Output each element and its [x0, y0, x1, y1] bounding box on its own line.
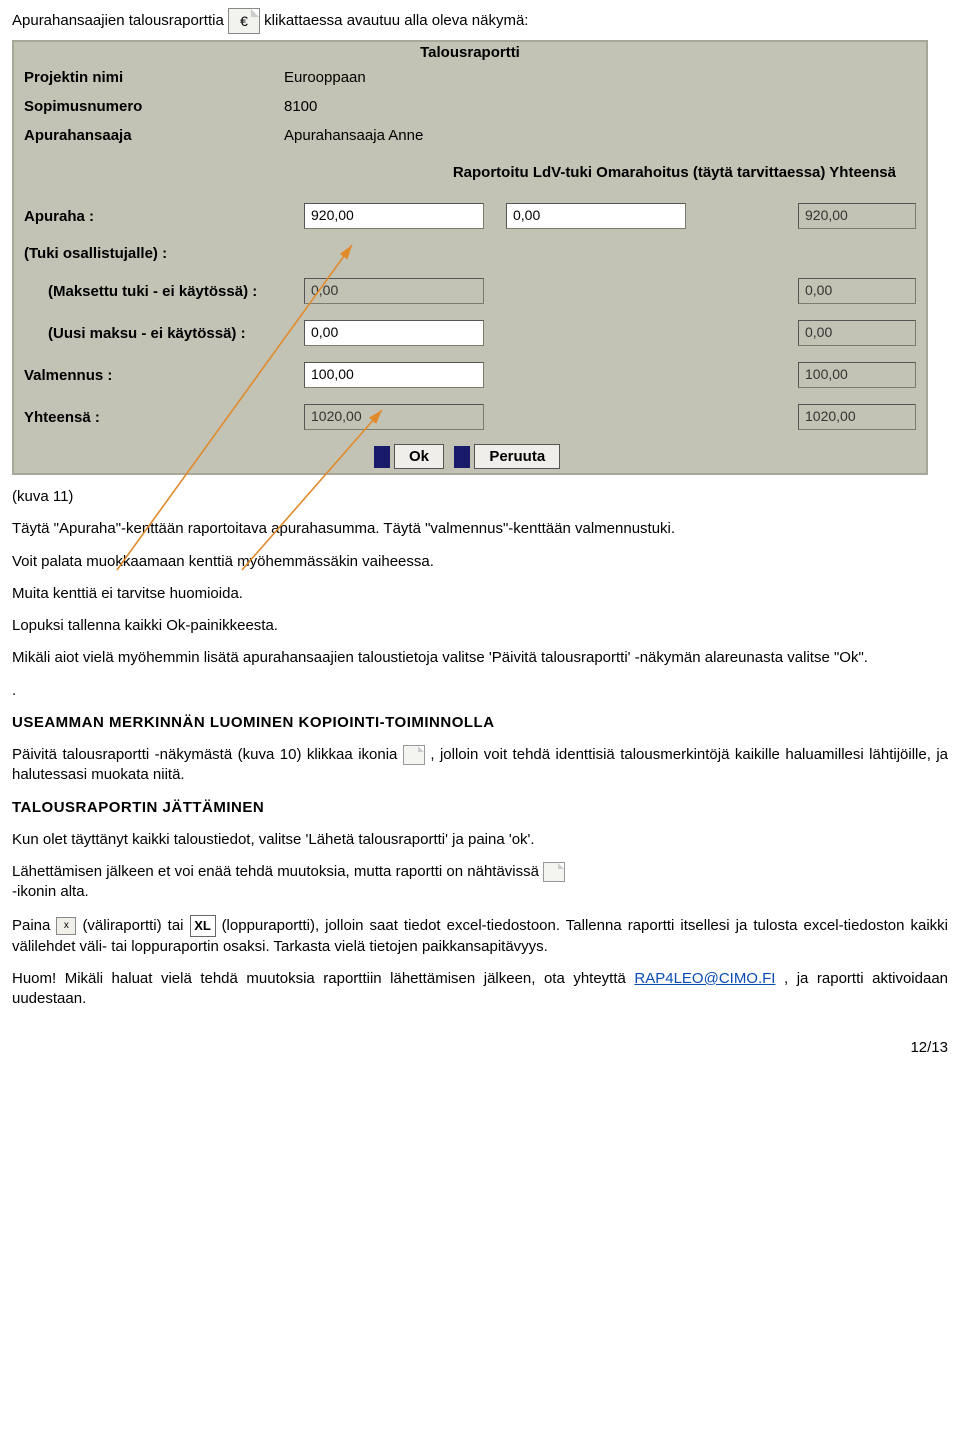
para-add-more: Mikäli aiot vielä myöhemmin lisätä apura… — [12, 648, 948, 668]
copy-icon — [403, 745, 425, 765]
meta-row-recipient: Apurahansaaja Apurahansaaja Anne — [14, 121, 926, 150]
page-number: 12/13 — [12, 1039, 948, 1056]
para-note: Huom! Mikäli haluat vielä tehdä muutoksi… — [12, 969, 948, 1010]
para-dot: . — [12, 681, 948, 701]
row-uusi: (Uusi maksu - ei käytössä) : 0,00 0,00 — [14, 312, 926, 354]
recipient-label: Apurahansaaja — [24, 127, 284, 144]
yht-label: Yhteensä : — [24, 409, 304, 426]
row-yhteensa: Yhteensä : 1020,00 1020,00 — [14, 396, 926, 438]
meta-row-project: Projektin nimi Eurooppaan — [14, 63, 926, 92]
recipient-value: Apurahansaaja Anne — [284, 127, 423, 144]
euro-icon: € — [228, 8, 260, 34]
maksettu-reported: 0,00 — [304, 278, 484, 304]
body-text: (kuva 11) Täytä "Apuraha"-kenttään rapor… — [12, 487, 948, 1056]
intro-after: klikattaessa avautuu alla oleva näkymä: — [264, 12, 528, 29]
ok-button[interactable]: Ok — [394, 444, 444, 469]
columns-header: Raportoitu LdV-tuki Omarahoitus (täytä t… — [14, 150, 926, 195]
caption-kuva11: (kuva 11) — [12, 487, 948, 507]
yht-total: 1020,00 — [798, 404, 916, 430]
cancel-button[interactable]: Peruuta — [474, 444, 560, 469]
uusi-reported-input[interactable]: 0,00 — [304, 320, 484, 346]
para-submit: Kun olet täyttänyt kaikki taloustiedot, … — [12, 830, 948, 850]
tuki-label: (Tuki osallistujalle) : — [24, 245, 304, 262]
uusi-total: 0,00 — [798, 320, 916, 346]
valmennus-reported-input[interactable]: 100,00 — [304, 362, 484, 388]
apuraha-total: 920,00 — [798, 203, 916, 229]
para-after-submit: Lähettämisen jälkeen et voi enää tehdä m… — [12, 862, 948, 903]
row-apuraha: Apuraha : 920,00 0,00 920,00 — [14, 195, 926, 237]
cancel-button-marker — [454, 446, 470, 468]
heading-copy: USEAMMAN MERKINNÄN LUOMINEN KOPIOINTI-TO… — [12, 713, 948, 733]
para-export: Paina x (väliraportti) tai XL (loppurapo… — [12, 915, 948, 957]
maksettu-label: (Maksettu tuki - ei käytössä) : — [24, 283, 304, 300]
para-fill-fields: Täytä "Apuraha"-kenttään raportoitava ap… — [12, 519, 948, 539]
ok-button-marker — [374, 446, 390, 468]
number-value: 8100 — [284, 98, 317, 115]
valmennus-label: Valmennus : — [24, 367, 304, 384]
button-row: Ok Peruuta — [14, 438, 926, 473]
panel-title: Talousraportti — [14, 42, 926, 63]
heading-submit: TALOUSRAPORTIN JÄTTÄMINEN — [12, 798, 948, 818]
apuraha-label: Apuraha : — [24, 208, 304, 225]
report-panel: Talousraportti Projektin nimi Eurooppaan… — [12, 40, 928, 475]
intro-line: Apurahansaajien talousraporttia € klikat… — [12, 8, 948, 34]
project-value: Eurooppaan — [284, 69, 366, 86]
intro-before: Apurahansaajien talousraporttia — [12, 12, 228, 29]
uusi-label: (Uusi maksu - ei käytössä) : — [24, 325, 304, 342]
apuraha-reported-input[interactable]: 920,00 — [304, 203, 484, 229]
para-copy: Päivitä talousraportti -näkymästä (kuva … — [12, 745, 948, 786]
maksettu-total: 0,00 — [798, 278, 916, 304]
excel-final-icon: XL — [190, 915, 216, 937]
row-valmennus: Valmennus : 100,00 100,00 — [14, 354, 926, 396]
excel-interim-icon: x — [56, 917, 76, 935]
report-view-icon — [543, 862, 565, 882]
para-ignore-others: Muita kenttiä ei tarvitse huomioida. — [12, 584, 948, 604]
meta-row-number: Sopimusnumero 8100 — [14, 92, 926, 121]
apuraha-own-input[interactable]: 0,00 — [506, 203, 686, 229]
row-maksettu: (Maksettu tuki - ei käytössä) : 0,00 0,0… — [14, 270, 926, 312]
para-return-later: Voit palata muokkaamaan kenttiä myöhemmä… — [12, 552, 948, 572]
yht-reported: 1020,00 — [304, 404, 484, 430]
para-save-ok: Lopuksi tallenna kaikki Ok-painikkeesta. — [12, 616, 948, 636]
contact-email-link[interactable]: RAP4LEO@CIMO.FI — [634, 970, 775, 987]
row-tuki: (Tuki osallistujalle) : — [14, 237, 926, 270]
number-label: Sopimusnumero — [24, 98, 284, 115]
project-label: Projektin nimi — [24, 69, 284, 86]
valmennus-total: 100,00 — [798, 362, 916, 388]
